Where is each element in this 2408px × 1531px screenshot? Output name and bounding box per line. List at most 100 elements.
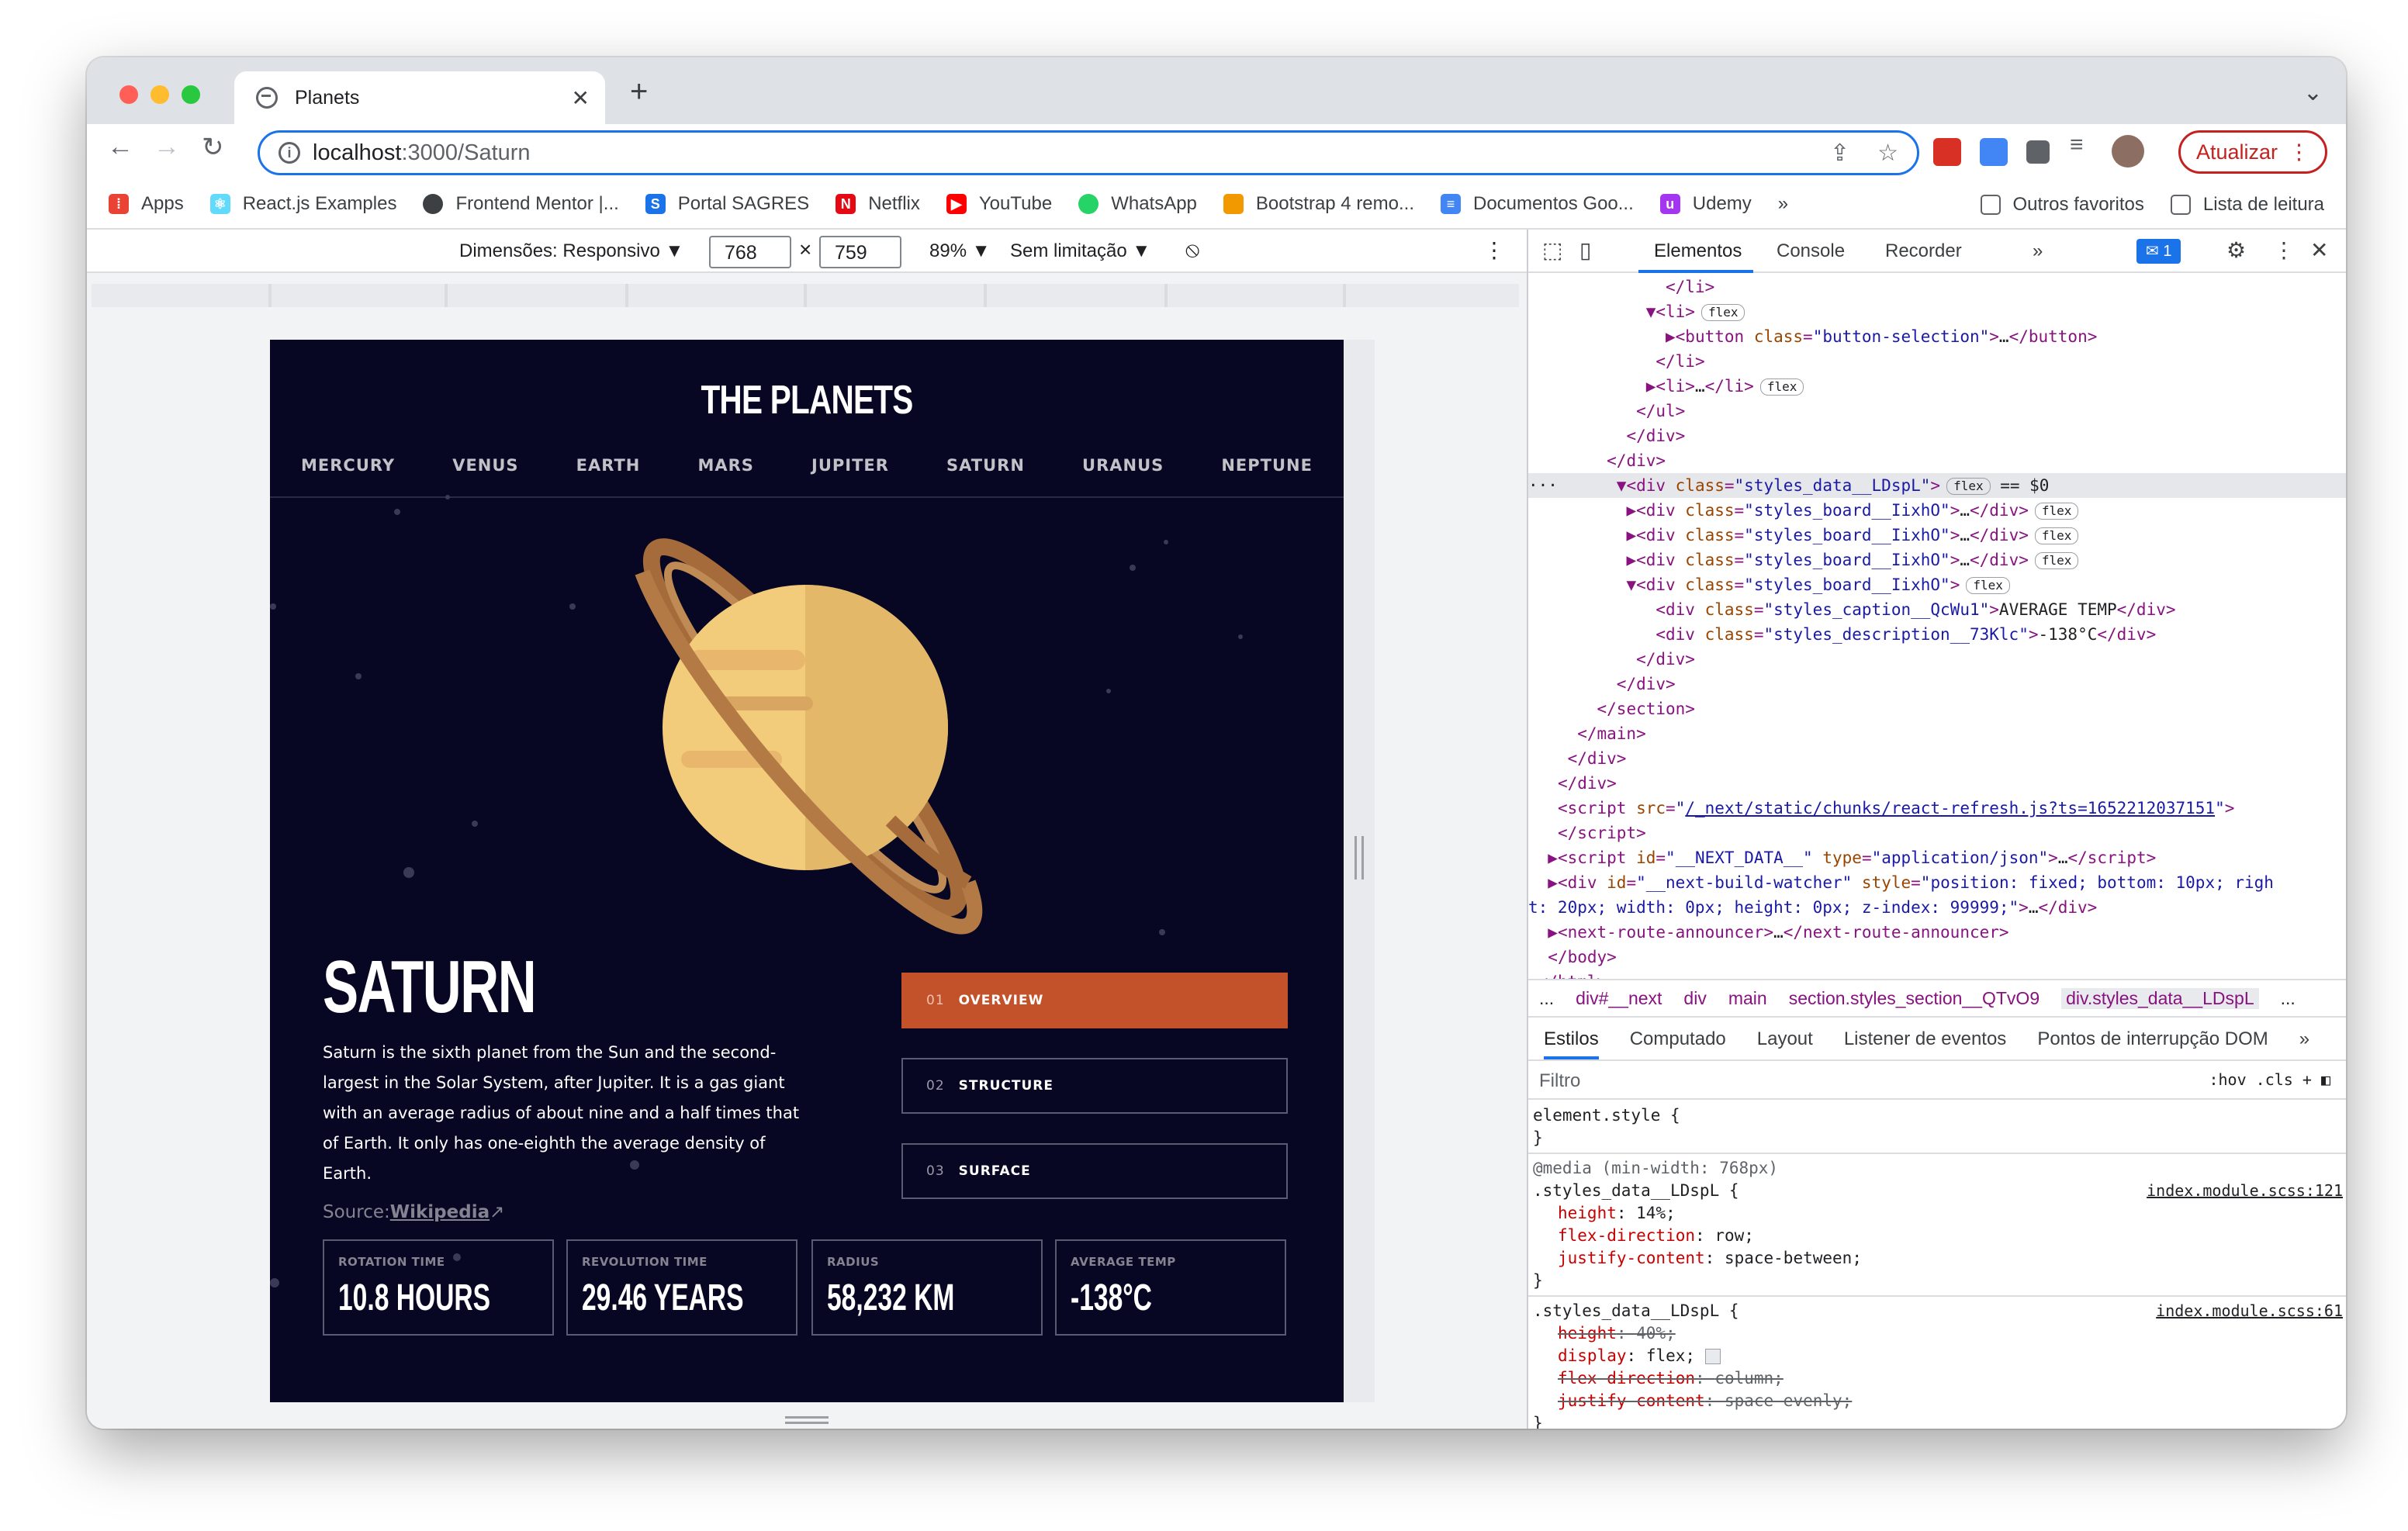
- reading-list[interactable]: Lista de leitura: [2170, 194, 2324, 216]
- rule2-source-link[interactable]: index.module.scss:61: [2156, 1300, 2343, 1322]
- breadcrumb-data[interactable]: div.styles_data__LDspL: [2061, 987, 2259, 1009]
- height-resize-handle[interactable]: [785, 1416, 829, 1424]
- bookmark-whatsapp[interactable]: WhatsApp: [1078, 193, 1197, 215]
- dom-line: </main>: [1577, 724, 1646, 743]
- profile-avatar[interactable]: [2112, 135, 2144, 168]
- height-input[interactable]: 759: [819, 236, 901, 268]
- breadcrumb-next[interactable]: div#__next: [1576, 988, 1662, 1009]
- nav-saturn[interactable]: SATURN: [946, 456, 1025, 495]
- bookmark-portal-sagres[interactable]: S Portal SAGRES: [645, 193, 809, 215]
- bookmark-star-icon[interactable]: ☆: [1877, 140, 1898, 167]
- media-query-ruler[interactable]: [92, 284, 1519, 307]
- react-icon: ⚛: [209, 194, 230, 214]
- bookmark-netflix[interactable]: N Netflix: [836, 193, 920, 215]
- tab-dom-breakpoints[interactable]: Pontos de interrupção DOM: [2037, 1028, 2268, 1050]
- devtools-tabs: ⬚ ▯ Elementos Console Recorder » ✉ 1 ⚙ ⋮…: [1528, 230, 2346, 273]
- bookmark-bootstrap[interactable]: Bootstrap 4 remo...: [1223, 193, 1414, 215]
- breadcrumb: ... div#__next div main section.styles_s…: [1528, 979, 2346, 1018]
- browser-tab[interactable]: Planets ✕: [234, 71, 605, 124]
- nav-uranus[interactable]: URANUS: [1082, 456, 1164, 495]
- media-rule[interactable]: @media (min-width: 768px) .styles_data__…: [1528, 1154, 2346, 1297]
- dom-line: </div>: [1616, 675, 1676, 693]
- bookmark-udemy[interactable]: u Udemy: [1659, 193, 1752, 215]
- nav-mercury[interactable]: MERCURY: [301, 456, 395, 495]
- more-tabs[interactable]: »: [2033, 240, 2043, 262]
- extension-icon[interactable]: [1933, 138, 1961, 166]
- close-devtools-icon[interactable]: ✕: [2310, 237, 2328, 263]
- bookmarks-overflow[interactable]: »: [1778, 193, 1788, 215]
- nav-neptune[interactable]: NEPTUNE: [1221, 456, 1313, 495]
- wikipedia-link[interactable]: Wikipedia: [390, 1202, 490, 1222]
- zoom-select[interactable]: 89% ▼: [929, 240, 990, 262]
- breadcrumb-main[interactable]: main: [1728, 988, 1767, 1009]
- minimize-window-button[interactable]: [150, 85, 169, 104]
- bookmark-frontend-mentor[interactable]: Frontend Mentor |...: [423, 193, 619, 215]
- tab-recorder[interactable]: Recorder: [1885, 240, 1962, 262]
- breadcrumb-div[interactable]: div: [1683, 988, 1706, 1009]
- address-bar[interactable]: i localhost:3000/Saturn ⇪ ☆: [258, 130, 1919, 175]
- surface-button[interactable]: 03 SURFACE: [901, 1143, 1288, 1199]
- base-rule[interactable]: .styles_data__LDspL { index.module.scss:…: [1528, 1297, 2346, 1429]
- tab-layout[interactable]: Layout: [1757, 1028, 1813, 1050]
- issues-badge[interactable]: ✉ 1: [2136, 239, 2181, 264]
- width-input[interactable]: 768: [709, 236, 791, 268]
- width-resize-handle[interactable]: [1354, 836, 1364, 880]
- inspect-icon[interactable]: ⬚: [1542, 237, 1562, 263]
- media-control-icon[interactable]: ≡: [2070, 132, 2098, 160]
- throttle-select[interactable]: Sem limitação ▼: [1010, 240, 1150, 262]
- extensions-puzzle-icon[interactable]: [2026, 140, 2050, 164]
- dimensions-select[interactable]: Dimensões: Responsivo ▼: [459, 240, 683, 262]
- zoom-window-button[interactable]: [182, 85, 200, 104]
- flex-editor-icon[interactable]: [1704, 1349, 1721, 1364]
- device-more-icon[interactable]: ⋮: [1483, 237, 1505, 263]
- devtools-more-icon[interactable]: ⋮: [2273, 237, 2295, 263]
- nav-venus[interactable]: VENUS: [452, 456, 518, 495]
- tab-console[interactable]: Console: [1777, 240, 1845, 262]
- site-logo[interactable]: THE PLANETS: [388, 377, 1226, 423]
- translate-icon[interactable]: [1980, 138, 2008, 166]
- breadcrumb-end[interactable]: ...: [2281, 988, 2296, 1009]
- bookmark-apps[interactable]: ⁞ Apps: [109, 193, 184, 215]
- new-tab-button[interactable]: +: [630, 74, 648, 109]
- star: [403, 867, 414, 878]
- site-info-icon[interactable]: i: [279, 142, 300, 164]
- device-toggle-icon[interactable]: ▯: [1579, 237, 1591, 263]
- nav-mars[interactable]: MARS: [697, 456, 753, 495]
- close-tab-icon[interactable]: ✕: [572, 85, 590, 111]
- rotate-icon[interactable]: ⦸: [1185, 237, 1199, 263]
- styles-filter-input[interactable]: Filtro :hov .cls + ◧: [1528, 1061, 2346, 1100]
- sidebar-toggle-icon[interactable]: ◧: [2321, 1070, 2330, 1089]
- breadcrumb-more[interactable]: ...: [1539, 988, 1554, 1009]
- back-icon[interactable]: ←: [107, 132, 133, 162]
- nav-jupiter[interactable]: JUPITER: [811, 456, 889, 495]
- more-style-tabs[interactable]: »: [2299, 1028, 2309, 1050]
- more-menu-icon[interactable]: ⋮: [2289, 140, 2309, 164]
- dom-tree[interactable]: </li> ▼<li> flex ▶<button class="button-s…: [1528, 275, 2346, 979]
- bookmark-youtube[interactable]: ▶ YouTube: [946, 193, 1052, 215]
- breadcrumb-section[interactable]: section.styles_section__QTvO9: [1789, 988, 2040, 1009]
- forward-icon[interactable]: →: [154, 132, 180, 162]
- update-button[interactable]: Atualizar ⋮: [2178, 130, 2327, 174]
- tab-elements[interactable]: Elementos: [1654, 240, 1742, 262]
- other-favorites[interactable]: Outros favoritos: [1980, 194, 2144, 216]
- tab-computed[interactable]: Computado: [1630, 1028, 1726, 1050]
- dom-line-selected: ··· ▼<div class="styles_data__LDspL"> fle…: [1528, 473, 2346, 498]
- whatsapp-icon: [1078, 194, 1099, 214]
- rule1-source-link[interactable]: index.module.scss:121: [2147, 1180, 2343, 1202]
- reload-icon[interactable]: ↻: [202, 132, 224, 163]
- close-window-button[interactable]: [119, 85, 138, 104]
- nav-earth[interactable]: EARTH: [576, 456, 641, 495]
- tab-event-listeners[interactable]: Listener de eventos: [1844, 1028, 2006, 1050]
- settings-gear-icon[interactable]: ⚙: [2226, 237, 2246, 263]
- hov-cls-toggles[interactable]: :hov .cls + ◧: [2209, 1070, 2330, 1089]
- tab-search-chevron-icon[interactable]: ⌄: [2303, 79, 2323, 106]
- star: [445, 495, 450, 499]
- bookmark-react-examples[interactable]: ⚛ React.js Examples: [209, 193, 396, 215]
- element-style-rule[interactable]: element.style { }: [1528, 1101, 2346, 1154]
- structure-button[interactable]: 02 STRUCTURE: [901, 1058, 1288, 1114]
- external-link-icon[interactable]: ↗: [490, 1202, 504, 1222]
- bookmark-google-docs[interactable]: ≡ Documentos Goo...: [1441, 193, 1634, 215]
- share-icon[interactable]: ⇪: [1830, 140, 1849, 167]
- tab-styles[interactable]: Estilos: [1544, 1028, 1599, 1059]
- overview-button[interactable]: 01 OVERVIEW: [901, 973, 1288, 1028]
